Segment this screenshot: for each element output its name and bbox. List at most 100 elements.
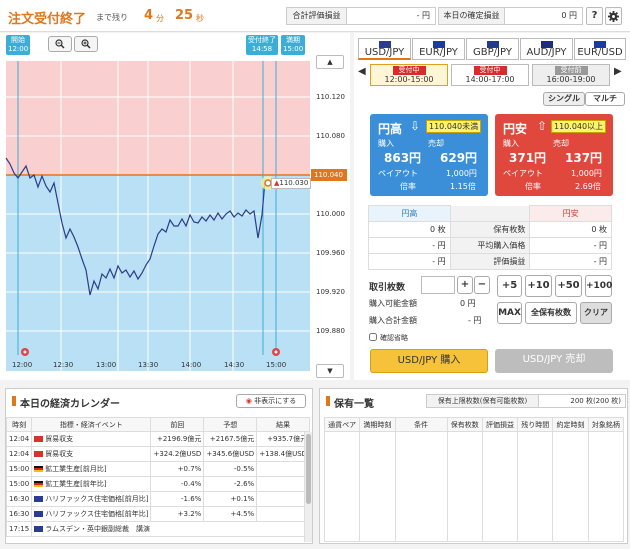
col-header: 対象銘柄 bbox=[587, 417, 625, 432]
close-tag: 受付終了 14:58 bbox=[246, 35, 278, 55]
table-row[interactable]: 15:00 鉱工業生産[前月比] +0.7% -0.5% bbox=[5, 461, 311, 477]
low-sell-price[interactable]: 137円 bbox=[565, 149, 602, 166]
low-sell-label: 売却 bbox=[553, 139, 569, 148]
next-slot-arrow[interactable]: ▶ bbox=[614, 66, 622, 77]
sell-button[interactable]: USD/JPY 売却 bbox=[495, 349, 613, 373]
tab-eur-usd[interactable]: EUR/USD bbox=[574, 38, 626, 60]
calendar-scrollbar[interactable] bbox=[304, 432, 312, 542]
col-header: 条件 bbox=[394, 417, 448, 432]
high-title: 円高 bbox=[378, 122, 403, 136]
hide-label: 非表示にする bbox=[254, 397, 297, 405]
slot-badge: 受付中 bbox=[392, 66, 426, 75]
col-header: 時刻 bbox=[5, 417, 33, 432]
event-result bbox=[256, 491, 311, 507]
qty-input[interactable] bbox=[421, 276, 455, 294]
clear-button[interactable]: クリア bbox=[580, 302, 612, 324]
zoom-out-button[interactable] bbox=[48, 36, 72, 52]
high-buy-price[interactable]: 863円 bbox=[384, 149, 421, 166]
price-chart[interactable] bbox=[0, 33, 350, 380]
col-header: 約定時刻 bbox=[552, 417, 589, 432]
all-holdings-button[interactable]: 全保有枚数 bbox=[525, 302, 577, 324]
position-header-row: 円高 円安 bbox=[368, 205, 612, 222]
total-pl-label: 合計評価損益 bbox=[287, 8, 347, 24]
qty-add-5-button[interactable]: +5 bbox=[497, 275, 522, 297]
buy-button[interactable]: USD/JPY 購入 bbox=[370, 349, 488, 373]
y-tick: 110.000 bbox=[316, 210, 345, 218]
y-tick: 110.120 bbox=[316, 93, 345, 101]
event-prev: +2196.9億元 bbox=[150, 431, 205, 447]
current-price-tag: 110.040 bbox=[311, 169, 347, 181]
position-low-value: - 円 bbox=[529, 253, 612, 270]
confirm-skip-checkbox[interactable] bbox=[369, 333, 377, 341]
seconds-value: 25 bbox=[175, 8, 194, 23]
event-prev: +324.2億USD bbox=[150, 446, 205, 462]
holdings-panel: 保有一覧 保有上限枚数(保有可能枚数) 200 枚(200 枚) 通貨ペア 満期… bbox=[319, 388, 628, 544]
slot-time: 12:00-15:00 bbox=[384, 75, 434, 84]
total-value: - 円 bbox=[468, 316, 482, 325]
table-row[interactable]: 16:30 ハリファックス住宅価格[前月比] -1.6% +0.1% bbox=[5, 491, 311, 507]
event-time: 16:30 bbox=[5, 506, 33, 522]
close-tag-label: 受付終了 bbox=[248, 36, 276, 44]
qty-plus-button[interactable]: + bbox=[457, 276, 473, 294]
event-name: ハリファックス住宅価格[前年比] bbox=[45, 510, 149, 518]
slot-1[interactable]: 受付中 12:00-15:00 bbox=[370, 64, 448, 86]
table-row[interactable]: 16:30 ハリファックス住宅価格[前年比] +3.2% +4.5% bbox=[5, 506, 311, 522]
scroll-down-button[interactable]: ▼ bbox=[316, 364, 344, 378]
x-tick: 14:30 bbox=[224, 361, 245, 369]
calendar-panel: 本日の経済カレンダー ◉ 非表示にする 時刻 指標・経済イベント 前回 予想 結… bbox=[5, 388, 313, 544]
slot-3[interactable]: 受付前 16:00-19:00 bbox=[532, 64, 610, 86]
zoom-in-button[interactable] bbox=[74, 36, 98, 52]
up-arrow-icon: ⇧ bbox=[537, 119, 548, 133]
x-tick: 12:30 bbox=[53, 361, 74, 369]
x-tick: 13:00 bbox=[96, 361, 117, 369]
max-button[interactable]: MAX bbox=[497, 302, 522, 324]
holdings-table: 通貨ペア 満期時刻 条件 保有枚数 評価損益 残り時間 約定時刻 対象銘柄 bbox=[323, 417, 625, 542]
low-buy-price[interactable]: 371円 bbox=[509, 149, 546, 166]
scroll-up-button[interactable]: ▲ bbox=[316, 55, 344, 69]
close-time: 14:58 bbox=[251, 45, 273, 53]
tab-gbp-jpy[interactable]: GBP/JPY bbox=[466, 38, 519, 60]
low-zone bbox=[6, 175, 310, 371]
help-button[interactable]: ? bbox=[586, 7, 603, 25]
holdings-empty-row bbox=[323, 431, 625, 542]
qty-add-10-button[interactable]: +10 bbox=[525, 275, 552, 297]
event-result bbox=[256, 506, 311, 522]
table-row[interactable]: 12:04 貿易収支 +324.2億USD +345.6億USD +138.4億USD bbox=[5, 446, 311, 462]
uk-flag-icon bbox=[34, 511, 44, 517]
table-row[interactable]: 15:00 鉱工業生産[前年比] -0.4% -2.6% bbox=[5, 476, 311, 492]
x-tick: 15:00 bbox=[266, 361, 287, 369]
total-label: 購入合計金額 bbox=[369, 316, 417, 325]
qty-label: 取引枚数 bbox=[369, 283, 406, 293]
settings-button[interactable] bbox=[605, 7, 622, 25]
table-row[interactable]: 17:15 ラムスデン・英中銀副総裁 講演 bbox=[5, 521, 311, 537]
high-sell-price[interactable]: 629円 bbox=[440, 149, 477, 166]
tab-eur-jpy[interactable]: EUR/JPY bbox=[412, 38, 465, 60]
avail-label: 購入可能金額 bbox=[369, 299, 417, 308]
tab-usd-jpy[interactable]: USD/JPY bbox=[358, 38, 411, 60]
high-card[interactable]: 円高 ⇩ 110.040未満 購入 売却 863円 629円 ペイアウト 1,0… bbox=[370, 114, 488, 196]
hide-calendar-button[interactable]: ◉ 非表示にする bbox=[236, 394, 306, 408]
single-mode-button[interactable]: シングル bbox=[543, 92, 585, 106]
slot-time: 14:00-17:00 bbox=[465, 75, 515, 84]
slot-2[interactable]: 受付中 14:00-17:00 bbox=[451, 64, 529, 86]
low-card[interactable]: 円安 ⇧ 110.040以上 購入 売却 371円 137円 ペイアウト 1,0… bbox=[495, 114, 613, 196]
position-table: 円高 円安 0 枚保有枚数 0 枚 - 円平均購入価格 - 円 - 円評価損益 - 円 bbox=[368, 205, 612, 270]
multi-mode-button[interactable]: マルチ bbox=[585, 92, 625, 106]
event-result: +935.7億元 bbox=[256, 431, 311, 447]
table-row[interactable]: 12:04 貿易収支 +2196.9億元 +2167.5億元 +935.7億元 bbox=[5, 431, 311, 447]
down-arrow-icon: ⇩ bbox=[410, 119, 421, 133]
qty-minus-button[interactable]: − bbox=[474, 276, 490, 294]
end-tag-label: 満期 bbox=[286, 36, 300, 44]
uk-flag-icon bbox=[34, 496, 44, 502]
event-time: 15:00 bbox=[5, 461, 33, 477]
prev-slot-arrow[interactable]: ◀ bbox=[358, 66, 366, 77]
tab-aud-jpy[interactable]: AUD/JPY bbox=[520, 38, 573, 60]
col-header: 指標・経済イベント bbox=[31, 417, 152, 432]
qty-add-100-button[interactable]: +100 bbox=[585, 275, 612, 297]
y-tick: 110.080 bbox=[316, 132, 345, 140]
high-buy-label: 購入 bbox=[378, 139, 394, 148]
calendar-scroll-thumb[interactable] bbox=[306, 434, 311, 504]
y-tick: 109.960 bbox=[316, 249, 345, 257]
end-tag: 満期 15:00 bbox=[281, 35, 305, 55]
qty-add-50-button[interactable]: +50 bbox=[555, 275, 582, 297]
